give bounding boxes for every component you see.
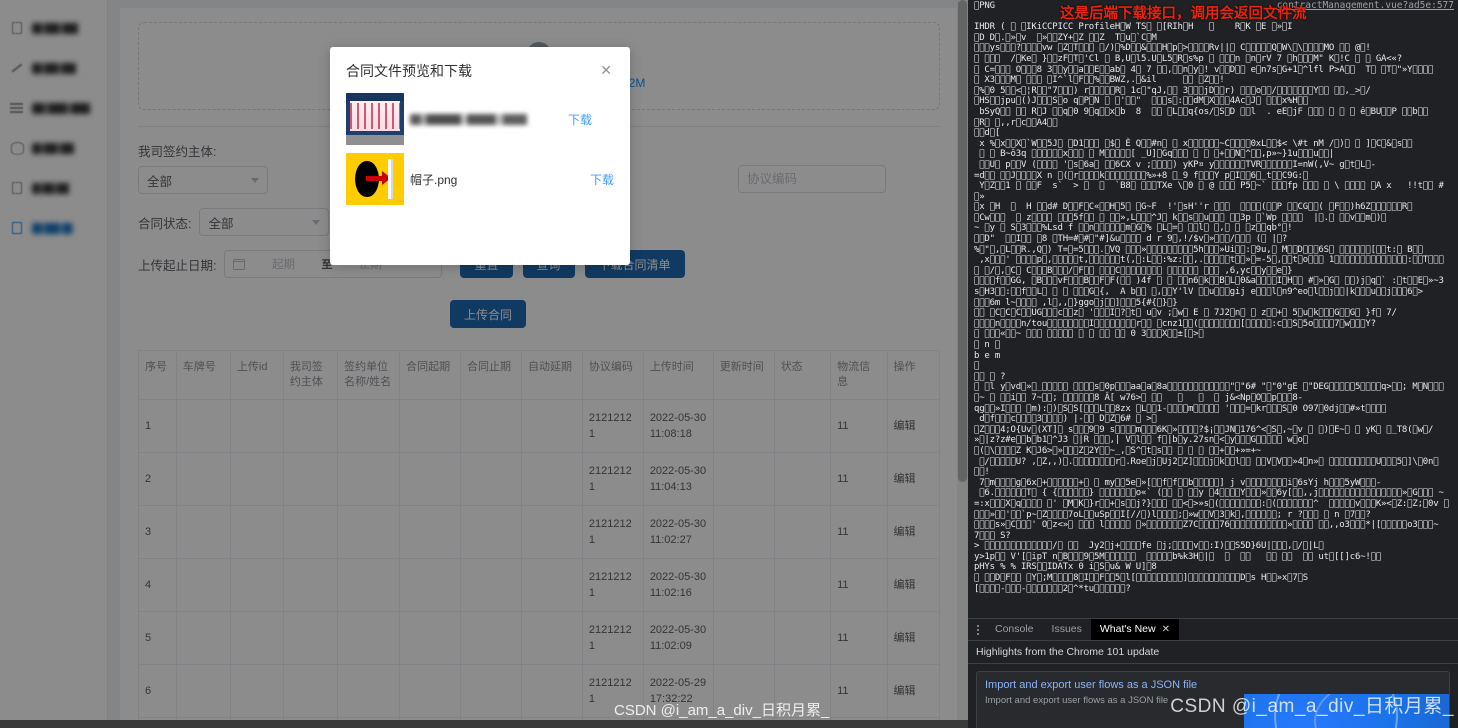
console-output-area[interactable]: contractManagement.vue?ad5e:577  PNG IHD… bbox=[968, 0, 1458, 618]
download-link[interactable]: 下载 bbox=[590, 171, 614, 188]
screenshot-root: 将文件拖到此处，或点击上传(需小于2M 我司签约主体: 全部 协议编码 bbox=[0, 0, 1458, 728]
modal-header: 合同文件预览和下载 ✕ bbox=[330, 47, 630, 87]
whats-new-title[interactable]: Import and export user flows as a JSON f… bbox=[985, 678, 1219, 692]
modal-title: 合同文件预览和下载 bbox=[346, 63, 472, 79]
more-vertical-icon[interactable] bbox=[970, 624, 986, 635]
browser-page: 将文件拖到此处，或点击上传(需小于2M 我司签约主体: 全部 协议编码 bbox=[0, 0, 968, 728]
yellow-sign-thumb[interactable] bbox=[346, 153, 404, 205]
devtools-panel: contractManagement.vue?ad5e:577  PNG IHD… bbox=[968, 0, 1458, 728]
tab-whats-new-label: What's New bbox=[1099, 623, 1156, 635]
vehicle-licence-thumb[interactable] bbox=[346, 93, 404, 145]
modal-body: 下载 帽子.png 下载 bbox=[330, 87, 630, 265]
close-icon[interactable]: ✕ bbox=[1162, 619, 1170, 640]
tab-whats-new[interactable]: What's New ✕ bbox=[1090, 619, 1179, 640]
console-binary-output:  PNG IHDR (    IKiCCPICC ProfileH W TS  … bbox=[974, 1, 1449, 594]
drawer-tab-bar: Console Issues What's New ✕ bbox=[968, 619, 1458, 641]
close-icon[interactable]: ✕ bbox=[598, 61, 614, 79]
file-row: 帽子.png 下载 bbox=[346, 153, 614, 205]
page-watermark: CSDN @i_am_a_div_日积月累_ bbox=[614, 702, 830, 719]
red-annotation-text: 这是后端下载接口，调用会返回文件流 bbox=[1060, 6, 1307, 22]
tab-console[interactable]: Console bbox=[986, 619, 1043, 640]
file-row: 下载 bbox=[346, 93, 614, 145]
devtools-watermark: CSDN @i_am_a_div_日积月累_ bbox=[1170, 696, 1454, 717]
whats-new-subtitle: Highlights from the Chrome 101 update bbox=[968, 641, 1458, 664]
file-name bbox=[410, 113, 560, 125]
page-bottom-bar bbox=[0, 720, 968, 728]
download-link[interactable]: 下载 bbox=[568, 111, 592, 128]
contract-preview-modal: 合同文件预览和下载 ✕ 下载 帽子.png 下载 bbox=[330, 47, 630, 265]
file-name: 帽子.png bbox=[410, 172, 458, 187]
tab-issues[interactable]: Issues bbox=[1043, 619, 1091, 640]
